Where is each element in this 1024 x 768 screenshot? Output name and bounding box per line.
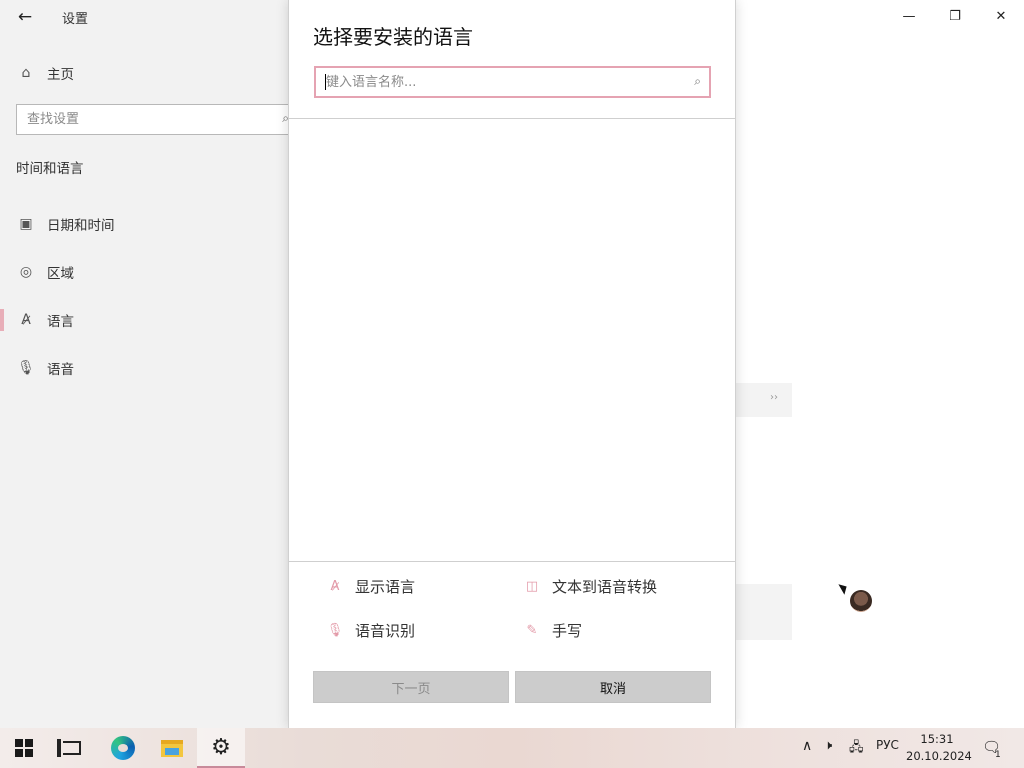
search-icon[interactable]: ⌕ bbox=[694, 74, 701, 89]
restore-icon[interactable]: ❐ bbox=[932, 0, 978, 32]
feature-handwriting: ✎ 手写 bbox=[522, 618, 582, 642]
speech-recognition-icon: 🎙︎ bbox=[326, 622, 344, 638]
keyboard-language-indicator[interactable]: РУС bbox=[876, 738, 899, 752]
globe-icon: ◎ bbox=[19, 264, 33, 280]
edge-browser-icon bbox=[111, 736, 135, 760]
clock-time: 15:31 bbox=[920, 732, 954, 746]
feature-label: 语音识别 bbox=[355, 621, 416, 640]
sidebar-item-region[interactable]: ◎ 区域 bbox=[0, 253, 289, 291]
sidebar-item-label: 语言 bbox=[47, 314, 74, 330]
close-icon[interactable]: ✕ bbox=[978, 0, 1024, 32]
task-view-button[interactable] bbox=[48, 728, 96, 768]
display-language-icon: A̷ bbox=[330, 578, 340, 594]
install-language-dialog: 选择要安装的语言 ⌕ A̷ 显示语言 ◫ 文本到语音转换 🎙︎ 语音识别 ✎ 手… bbox=[288, 0, 736, 728]
chevron-icon: ›› bbox=[770, 392, 778, 403]
settings-search-input[interactable] bbox=[17, 105, 257, 134]
microphone-icon: 🎙︎ bbox=[17, 360, 35, 376]
sidebar-item-label: 语音 bbox=[47, 362, 74, 378]
sidebar-item-label: 日期和时间 bbox=[47, 218, 115, 234]
windows-logo-icon bbox=[15, 739, 33, 757]
file-explorer-icon bbox=[161, 739, 183, 757]
feature-display-language: A̷ 显示语言 bbox=[325, 574, 415, 598]
language-search-input[interactable] bbox=[316, 68, 676, 96]
sidebar-item-language[interactable]: A̷ 语言 bbox=[0, 301, 289, 339]
language-search-box[interactable]: ⌕ bbox=[314, 66, 711, 98]
next-button[interactable]: 下一页 bbox=[313, 671, 509, 703]
sidebar-item-speech[interactable]: 🎙︎ 语音 bbox=[0, 349, 289, 387]
home-icon: ⌂ bbox=[21, 65, 31, 81]
desktop-sticker-icon bbox=[850, 590, 872, 612]
handwriting-icon: ✎ bbox=[526, 622, 538, 638]
text-caret bbox=[325, 74, 326, 90]
selection-indicator bbox=[0, 309, 4, 331]
window-controls: — ❐ ✕ bbox=[886, 0, 1024, 32]
minimize-icon[interactable]: — bbox=[886, 0, 932, 32]
section-heading: 时间和语言 bbox=[16, 161, 84, 177]
network-icon[interactable]: 🖧 bbox=[849, 738, 864, 760]
settings-sidebar: ← 设置 ⌂ 主页 ⌕ 时间和语言 ▣ 日期和时间 ◎ 区域 A̷ 语言 🎙︎ … bbox=[0, 0, 296, 728]
taskbar-settings-button[interactable]: ⚙ bbox=[197, 728, 245, 768]
taskbar: ⚙ ∧ 🕨 🖧 РУС 15:31 20.10.2024 🗨 1 bbox=[0, 728, 1024, 768]
clock-date: 20.10.2024 bbox=[906, 749, 972, 763]
background-panel bbox=[736, 584, 792, 640]
notification-count: 1 bbox=[995, 750, 1001, 760]
app-title: 设置 bbox=[62, 12, 89, 27]
feature-label: 文本到语音转换 bbox=[552, 577, 658, 596]
divider bbox=[289, 561, 735, 562]
chevron-up-icon[interactable]: ∧ bbox=[802, 738, 812, 754]
sidebar-item-date-time[interactable]: ▣ 日期和时间 bbox=[0, 205, 289, 243]
sidebar-item-label: 区域 bbox=[47, 266, 74, 282]
text-to-speech-icon: ◫ bbox=[525, 578, 539, 594]
start-button[interactable] bbox=[0, 728, 48, 768]
calendar-clock-icon: ▣ bbox=[19, 216, 33, 232]
volume-muted-icon[interactable]: 🕨 bbox=[824, 738, 832, 753]
back-arrow-icon[interactable]: ← bbox=[10, 4, 40, 30]
sidebar-item-label: 主页 bbox=[47, 67, 74, 83]
feature-text-to-speech: ◫ 文本到语音转换 bbox=[522, 574, 657, 598]
language-icon: A̷ bbox=[21, 312, 31, 328]
taskbar-clock[interactable]: 15:31 20.10.2024 bbox=[906, 731, 972, 765]
settings-search-box[interactable]: ⌕ bbox=[16, 104, 296, 135]
task-view-icon bbox=[57, 739, 81, 757]
feature-label: 手写 bbox=[552, 621, 583, 640]
taskbar-explorer-button[interactable] bbox=[148, 728, 196, 768]
gear-icon: ⚙ bbox=[211, 734, 231, 760]
language-list[interactable] bbox=[289, 119, 735, 561]
cancel-button[interactable]: 取消 bbox=[515, 671, 711, 703]
feature-label: 显示语言 bbox=[355, 577, 416, 596]
background-panel bbox=[736, 383, 792, 417]
sidebar-item-home[interactable]: ⌂ 主页 bbox=[0, 54, 289, 92]
dialog-title: 选择要安装的语言 bbox=[313, 25, 473, 49]
feature-speech-recognition: 🎙︎ 语音识别 bbox=[325, 618, 415, 642]
taskbar-edge-button[interactable] bbox=[99, 728, 147, 768]
